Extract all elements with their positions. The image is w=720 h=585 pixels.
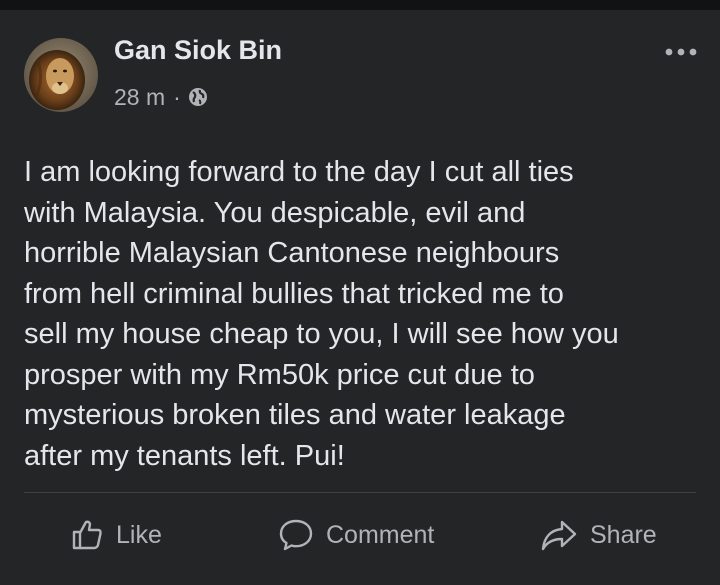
author-name[interactable]: Gan Siok Bin [114, 35, 282, 66]
post-meta: 28 m · [114, 82, 209, 112]
share-arrow-icon [540, 518, 578, 552]
post-text-line: with Malaysia. You despicable, evil and [24, 196, 526, 229]
post-text-line: from hell criminal bullies that tricked … [24, 277, 564, 310]
post-text-line: prosper with my Rm50k price cut due to [24, 358, 535, 391]
post-text: I am looking forward to the day I cut al… [24, 152, 708, 476]
globe-icon[interactable] [187, 86, 209, 108]
post-text-line: I am looking forward to the day I cut al… [24, 156, 574, 188]
avatar[interactable] [24, 38, 98, 112]
post-text-line: after my tenants left. Pui! [24, 439, 345, 472]
share-button[interactable]: Share [540, 515, 657, 555]
top-strip [0, 0, 720, 10]
comment-label: Comment [326, 520, 435, 549]
meta-separator: · [173, 83, 181, 110]
share-label: Share [590, 520, 657, 549]
more-options-icon[interactable] [664, 42, 698, 62]
like-label: Like [116, 520, 162, 549]
divider [24, 492, 696, 493]
post-text-line: mysterious broken tiles and water leakag… [24, 399, 566, 431]
thumbs-up-icon [70, 518, 104, 552]
post-time[interactable]: 28 m [114, 84, 165, 111]
comment-button[interactable]: Comment [278, 515, 434, 555]
like-button[interactable]: Like [70, 515, 162, 555]
speech-bubble-icon [278, 518, 314, 552]
post-card: Gan Siok Bin 28 m · I am looking forward… [0, 10, 720, 585]
post-text-line: horrible Malaysian Cantonese neighbours [24, 237, 560, 269]
post-text-line: sell my house cheap to you, I will see h… [24, 318, 619, 350]
